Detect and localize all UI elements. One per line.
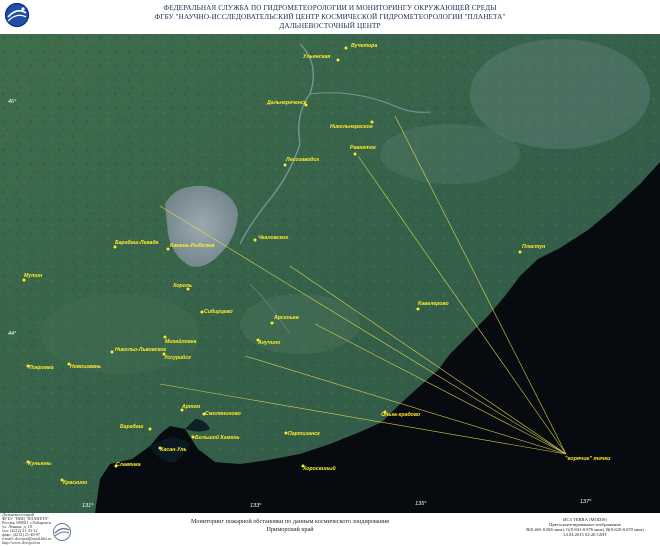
- planeta-logo-icon: [4, 2, 30, 28]
- city-label-barabash: Барабаш: [120, 423, 144, 430]
- city-label-rvangtoe: Рвангтое: [350, 145, 376, 151]
- city-label-arsenyev: Арсеньев: [273, 315, 299, 321]
- city-label-kavalerovo: Кавалерово: [418, 301, 449, 307]
- footer-datetime: 14.04.2015 02:26 GMT: [563, 532, 607, 537]
- city-label-partizansk: Партизанск: [288, 431, 320, 437]
- header-line-3: ДАЛЬНЕВОСТОЧНЫЙ ЦЕНТР: [279, 22, 381, 30]
- city-label-ulyanskaya: Ульянская: [303, 54, 330, 60]
- lon-135-label: 135°: [415, 501, 427, 507]
- lon-131-label: 131°: [82, 503, 94, 509]
- city-label-nikolnereskoe: Никольнереское: [330, 124, 373, 130]
- city-label-vuchetora: Вучетора: [351, 43, 377, 49]
- footer-region: Приморский край: [266, 526, 314, 533]
- satellite-map[interactable]: 46° 44° 131° 133° 135° 137° Вучетора Уль…: [0, 34, 660, 513]
- city-label-olga-gradovo: Ольга-градово: [381, 412, 420, 418]
- city-label-chkalovskoe: Чкаловское: [258, 235, 288, 241]
- city-label-slavyanka: Славянка: [116, 462, 141, 468]
- header-line-2: ФГБУ "НАУЧНО-ИССЛЕДОВАТЕЛЬСКИЙ ЦЕНТР КОС…: [154, 13, 506, 21]
- city-label-artem: Артем: [181, 404, 200, 410]
- footer-title: Мониторинг пожарной обстановки по данным…: [191, 518, 389, 525]
- city-label-sibirtsevo: Сибирцево: [204, 308, 233, 315]
- city-label-khasan-ul: Хасан-Уль: [159, 447, 187, 453]
- city-label-kraskino: Краскино: [63, 480, 87, 486]
- city-label-anuchino: Анучино: [257, 340, 280, 346]
- header-line-1: ФЕДЕРАЛЬНАЯ СЛУЖБА ПО ГИДРОМЕТЕОРОЛОГИИ …: [163, 4, 497, 12]
- city-label-mutin: Мутин: [24, 273, 43, 279]
- city-label-dalnerechensk: Дальнереченск: [266, 100, 307, 106]
- city-label-mikhaylovka: Михайловка: [165, 338, 197, 345]
- city-label-novoizvan: Новоизвань: [70, 364, 101, 370]
- lon-133-label: 133°: [250, 503, 262, 509]
- header: ФЕДЕРАЛЬНАЯ СЛУЖБА ПО ГИДРОМЕТЕОРОЛОГИИ …: [0, 0, 660, 34]
- city-label-khorol: Хороль: [172, 283, 192, 289]
- city-label-khorosviny: Хоросвиный: [302, 465, 337, 472]
- city-label-smolyaninovo: Смоляниново: [205, 411, 241, 417]
- city-label-lesozavodsk: Лесозаводск: [285, 157, 319, 163]
- hotspot-label: "горячие" точки: [565, 456, 611, 462]
- city-label-bolshoy-kamen: Большой Камень: [195, 434, 240, 441]
- footer: Дальневосточный ФГБУ "НИЦ "ПЛАНЕТА" Росс…: [0, 512, 660, 546]
- city-label-ussuriysk: Уссурийск: [164, 354, 191, 361]
- city-label-pokrovka: Покровка: [29, 365, 54, 371]
- planeta-footer-logo-icon: [53, 523, 71, 541]
- city-label-khunyun: Хуньюнь: [27, 461, 51, 467]
- city-label-plastun: Пластун: [522, 244, 546, 250]
- lat-44-label: 44°: [8, 331, 17, 337]
- lat-46-label: 46°: [8, 99, 17, 105]
- city-label-nikolo-lvovskoe: Никольо-Львовское: [115, 347, 166, 353]
- lon-137-label: 137°: [580, 499, 592, 505]
- city-label-barabash-levada: Барабаш-Левада: [115, 239, 159, 246]
- city-label-kamen-rybolov: Камень-Рыболов: [170, 242, 214, 249]
